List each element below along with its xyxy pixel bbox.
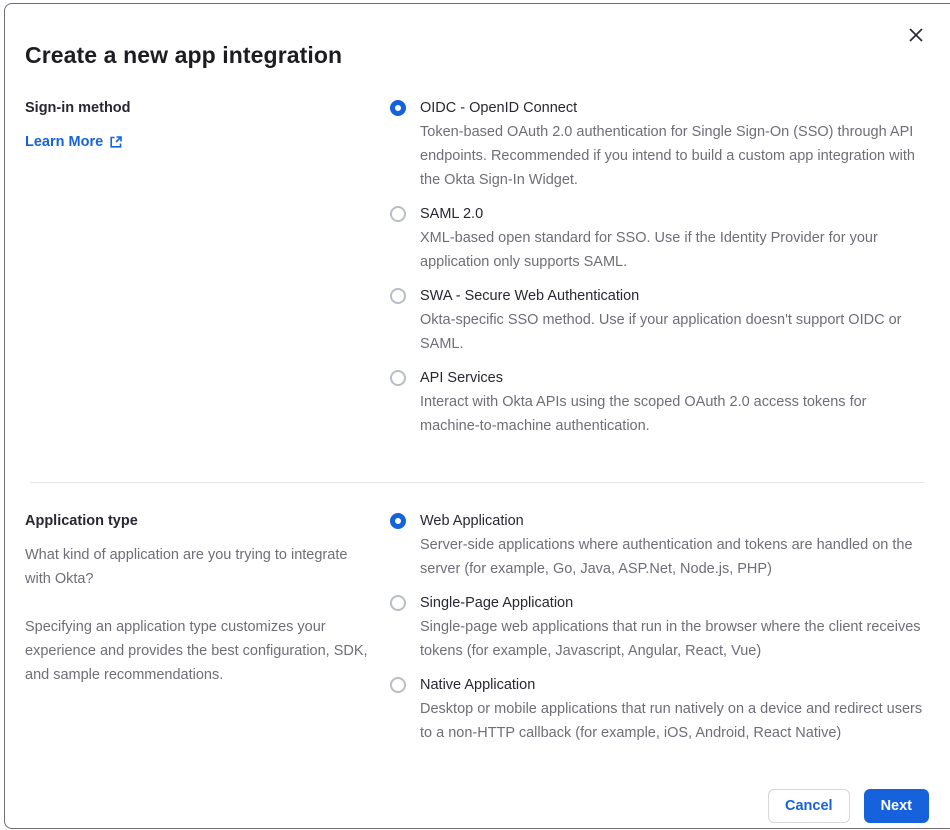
dialog-footer: Cancel Next: [25, 789, 929, 823]
radio-option-single-page-application[interactable]: Single-Page Application Single-page web …: [390, 591, 929, 663]
radio-icon-single-page-application[interactable]: [390, 595, 406, 611]
radio-option-swa[interactable]: SWA - Secure Web Authentication Okta-spe…: [390, 284, 929, 356]
option-label: Single-Page Application: [420, 595, 574, 611]
signin-method-left-column: Sign-in method Learn More: [25, 96, 375, 448]
option-description: Token-based OAuth 2.0 authentication for…: [420, 124, 915, 188]
signin-method-heading: Sign-in method: [25, 100, 131, 116]
option-description: Okta-specific SSO method. Use if your ap…: [420, 312, 902, 352]
application-type-section: Application type What kind of applicatio…: [25, 509, 929, 755]
dialog-content: Create a new app integration Sign-in met…: [5, 4, 950, 828]
section-divider: [30, 482, 924, 483]
radio-option-web-application[interactable]: Web Application Server-side applications…: [390, 509, 929, 581]
application-type-description-2: Specifying an application type customize…: [25, 619, 368, 683]
external-link-icon: [110, 136, 122, 148]
option-description: Desktop or mobile applications that run …: [420, 701, 923, 741]
learn-more-link[interactable]: Learn More: [25, 130, 123, 154]
option-description: Single-page web applications that run in…: [420, 619, 921, 659]
option-label: SWA - Secure Web Authentication: [420, 288, 640, 304]
option-description: XML-based open standard for SSO. Use if …: [420, 230, 878, 270]
learn-more-label: Learn More: [25, 134, 104, 150]
radio-option-oidc[interactable]: OIDC - OpenID Connect Token-based OAuth …: [390, 96, 929, 192]
radio-icon-native-application[interactable]: [390, 677, 406, 693]
application-type-left-column: Application type What kind of applicatio…: [25, 509, 375, 755]
option-description: Interact with Okta APIs using the scoped…: [420, 394, 867, 434]
option-label: SAML 2.0: [420, 206, 484, 222]
application-type-options: Web Application Server-side applications…: [390, 509, 929, 755]
option-label: Native Application: [420, 677, 536, 693]
radio-icon-web-application[interactable]: [390, 513, 406, 529]
radio-icon-oidc[interactable]: [390, 100, 406, 116]
radio-option-saml[interactable]: SAML 2.0 XML-based open standard for SSO…: [390, 202, 929, 274]
close-x-glyph: [909, 28, 923, 42]
radio-icon-swa[interactable]: [390, 288, 406, 304]
cancel-button[interactable]: Cancel: [768, 789, 850, 823]
radio-option-native-application[interactable]: Native Application Desktop or mobile app…: [390, 673, 929, 745]
option-label: OIDC - OpenID Connect: [420, 100, 578, 116]
dialog-title: Create a new app integration: [25, 42, 343, 68]
signin-method-options: OIDC - OpenID Connect Token-based OAuth …: [390, 96, 929, 448]
option-description: Server-side applications where authentic…: [420, 537, 913, 577]
application-type-heading: Application type: [25, 513, 138, 529]
signin-method-section: Sign-in method Learn More OIDC - OpenID …: [25, 96, 929, 448]
next-button[interactable]: Next: [863, 789, 929, 823]
radio-option-api-services[interactable]: API Services Interact with Okta APIs usi…: [390, 366, 929, 438]
option-label: Web Application: [420, 513, 524, 529]
create-app-integration-dialog: Create a new app integration Sign-in met…: [4, 3, 950, 829]
option-label: API Services: [420, 370, 503, 386]
application-type-description-1: What kind of application are you trying …: [25, 547, 348, 587]
radio-icon-saml[interactable]: [390, 206, 406, 222]
radio-icon-api-services[interactable]: [390, 370, 406, 386]
close-icon[interactable]: [905, 24, 927, 46]
